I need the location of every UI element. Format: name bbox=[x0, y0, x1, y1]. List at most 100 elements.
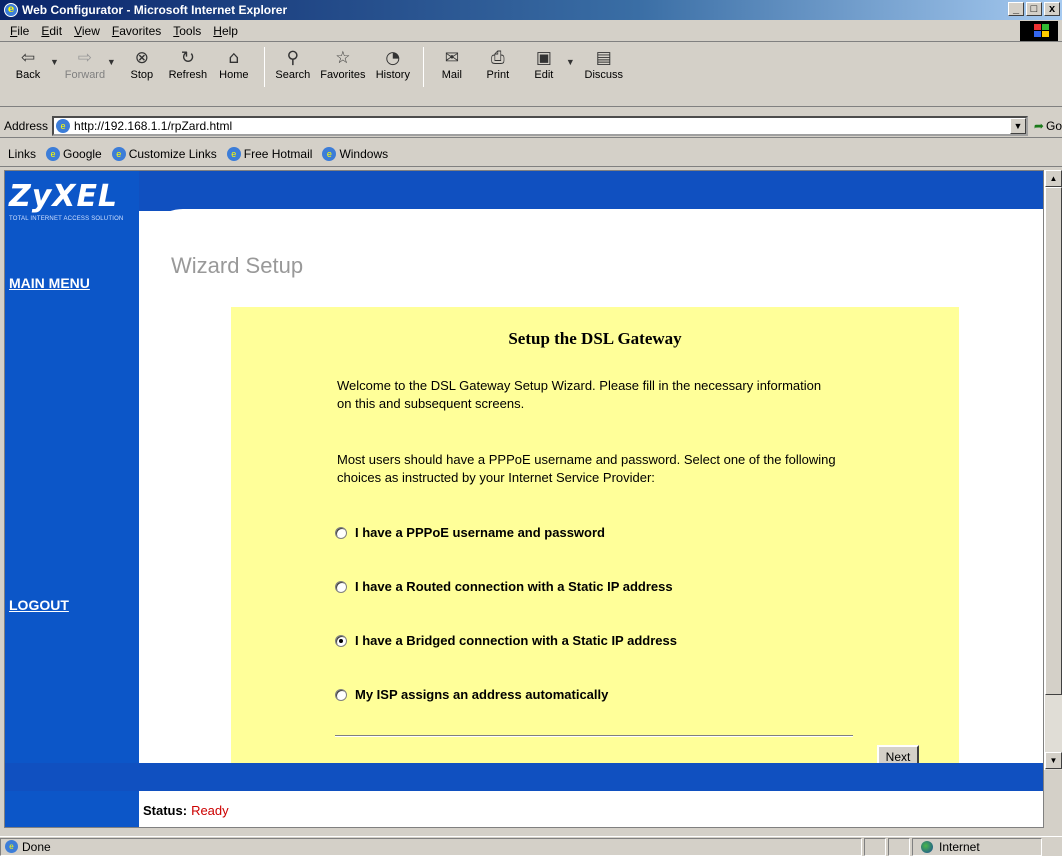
main-menu-link[interactable]: MAIN MENU bbox=[9, 275, 90, 291]
address-input[interactable] bbox=[74, 118, 975, 133]
intro-text: Welcome to the DSL Gateway Setup Wizard.… bbox=[337, 378, 822, 411]
home-icon: ⌂ bbox=[228, 48, 240, 68]
zone-label: Internet bbox=[939, 839, 980, 854]
status-value: Ready bbox=[191, 802, 229, 818]
back-button[interactable]: ⇦ Back bbox=[6, 47, 50, 81]
link-windows-label: Windows bbox=[339, 146, 389, 161]
vertical-scrollbar[interactable]: ▲ ▼ bbox=[1044, 170, 1062, 770]
link-page-icon: e bbox=[322, 146, 337, 161]
instructions-text: Most users should have a PPPoE username … bbox=[337, 452, 836, 485]
forward-button[interactable]: ⇨ Forward bbox=[63, 47, 107, 81]
search-icon: ⚲ bbox=[286, 48, 300, 68]
radio-isp-auto[interactable] bbox=[335, 688, 347, 701]
option-routed-label: I have a Routed connection with a Static… bbox=[355, 579, 673, 594]
address-field[interactable]: e ▼ bbox=[52, 115, 1028, 136]
link-hotmail-label: Free Hotmail bbox=[243, 146, 313, 161]
windows-logo-icon bbox=[1020, 21, 1058, 41]
link-google[interactable]: e Google bbox=[46, 146, 102, 161]
page-title: Wizard Setup bbox=[171, 253, 304, 278]
menu-file[interactable]: File bbox=[10, 24, 29, 38]
print-label: Print bbox=[486, 69, 510, 81]
edit-dropdown-icon[interactable]: ▼ bbox=[566, 57, 575, 67]
menu-favorites[interactable]: Favorites bbox=[112, 24, 161, 38]
printer-icon: ⎙ bbox=[491, 48, 505, 68]
toolbar: ⇦ Back ▼ ⇨ Forward ▼ ⊗ Stop ↻ Refresh ⌂ … bbox=[0, 43, 1062, 107]
history-icon: ◔ bbox=[385, 48, 401, 68]
address-label: Address bbox=[4, 118, 49, 133]
edit-button[interactable]: ▣ Edit bbox=[522, 47, 566, 81]
discuss-label: Discuss bbox=[584, 69, 624, 81]
link-windows[interactable]: e Windows bbox=[322, 146, 389, 161]
window-controls: _ □ x bbox=[1008, 2, 1060, 16]
footer-band bbox=[5, 763, 1043, 791]
option-pppoe[interactable]: I have a PPPoE username and password bbox=[335, 525, 605, 540]
link-page-icon: e bbox=[111, 146, 126, 161]
stop-label: Stop bbox=[130, 69, 154, 81]
menu-view[interactable]: View bbox=[74, 24, 100, 38]
option-isp-auto-label: My ISP assigns an address automatically bbox=[355, 687, 609, 702]
menu-tools[interactable]: Tools bbox=[173, 24, 201, 38]
back-dropdown-icon[interactable]: ▼ bbox=[50, 57, 59, 67]
header-band bbox=[5, 171, 1043, 211]
menu-edit[interactable]: Edit bbox=[41, 24, 62, 38]
link-customize-label: Customize Links bbox=[128, 146, 217, 161]
link-free-hotmail[interactable]: e Free Hotmail bbox=[226, 146, 313, 161]
security-zone: Internet bbox=[912, 837, 1042, 856]
history-label: History bbox=[375, 69, 410, 81]
menu-help[interactable]: Help bbox=[213, 24, 238, 38]
address-bar: Address e ▼ ➦ Go bbox=[0, 114, 1062, 138]
favorites-button[interactable]: ☆ Favorites bbox=[317, 47, 369, 81]
scroll-up-icon[interactable]: ▲ bbox=[1045, 170, 1062, 187]
toolbar-separator bbox=[422, 47, 424, 87]
minimize-button[interactable]: _ bbox=[1008, 2, 1024, 16]
links-label: Links bbox=[8, 146, 37, 161]
refresh-icon: ↻ bbox=[180, 48, 195, 68]
radio-pppoe[interactable] bbox=[335, 526, 347, 539]
edit-label: Edit bbox=[534, 69, 554, 81]
address-dropdown-icon[interactable]: ▼ bbox=[1009, 117, 1026, 134]
favorites-label: Favorites bbox=[320, 69, 366, 81]
page-content: ZyXEL TOTAL INTERNET ACCESS SOLUTION MAI… bbox=[4, 170, 1044, 828]
link-page-icon: e bbox=[226, 146, 241, 161]
scroll-thumb[interactable] bbox=[1045, 187, 1062, 695]
radio-bridged-static[interactable] bbox=[335, 634, 347, 647]
page-done-icon: e bbox=[5, 840, 18, 853]
stop-button[interactable]: ⊗ Stop bbox=[120, 47, 164, 81]
discuss-button[interactable]: ▤ Discuss bbox=[579, 47, 629, 81]
page-icon: e bbox=[56, 118, 71, 133]
link-page-icon: e bbox=[46, 146, 61, 161]
menu-bar: File Edit View Favorites Tools Help bbox=[0, 20, 1062, 42]
go-button[interactable]: ➦ Go bbox=[1034, 119, 1062, 133]
search-button[interactable]: ⚲ Search bbox=[271, 47, 315, 81]
option-isp-auto[interactable]: My ISP assigns an address automatically bbox=[335, 687, 608, 702]
refresh-button[interactable]: ↻ Refresh bbox=[166, 47, 210, 81]
edit-icon: ▣ bbox=[535, 48, 552, 68]
status-bar: e Done Internet bbox=[0, 836, 1062, 856]
toolbar-separator bbox=[263, 47, 265, 87]
logo-tagline: TOTAL INTERNET ACCESS SOLUTION bbox=[9, 216, 124, 222]
close-button[interactable]: x bbox=[1044, 2, 1060, 16]
logout-link[interactable]: LOGOUT bbox=[9, 597, 69, 613]
print-button[interactable]: ⎙ Print bbox=[476, 47, 520, 81]
go-label: Go bbox=[1045, 118, 1062, 133]
option-routed-static[interactable]: I have a Routed connection with a Static… bbox=[335, 579, 673, 594]
scroll-down-icon[interactable]: ▼ bbox=[1045, 752, 1062, 769]
mail-button[interactable]: ✉ Mail bbox=[430, 47, 474, 81]
home-button[interactable]: ⌂ Home bbox=[212, 47, 256, 81]
back-label: Back bbox=[15, 69, 41, 81]
status-main: e Done bbox=[0, 837, 862, 856]
maximize-button[interactable]: □ bbox=[1026, 2, 1042, 16]
option-pppoe-label: I have a PPPoE username and password bbox=[355, 525, 605, 540]
home-label: Home bbox=[219, 69, 249, 81]
ie-icon: e bbox=[4, 3, 18, 17]
status-cell bbox=[864, 837, 886, 856]
radio-routed-static[interactable] bbox=[335, 580, 347, 593]
history-button[interactable]: ◔ History bbox=[371, 47, 415, 81]
stop-icon: ⊗ bbox=[134, 48, 149, 68]
zyxel-logo: ZyXEL bbox=[9, 179, 119, 214]
link-customize-links[interactable]: e Customize Links bbox=[111, 146, 217, 161]
option-bridged-static[interactable]: I have a Bridged connection with a Stati… bbox=[335, 633, 677, 648]
forward-dropdown-icon[interactable]: ▼ bbox=[107, 57, 116, 67]
title-bar: e Web Configurator - Microsoft Internet … bbox=[0, 0, 1062, 20]
go-arrow-icon: ➦ bbox=[1033, 118, 1044, 133]
